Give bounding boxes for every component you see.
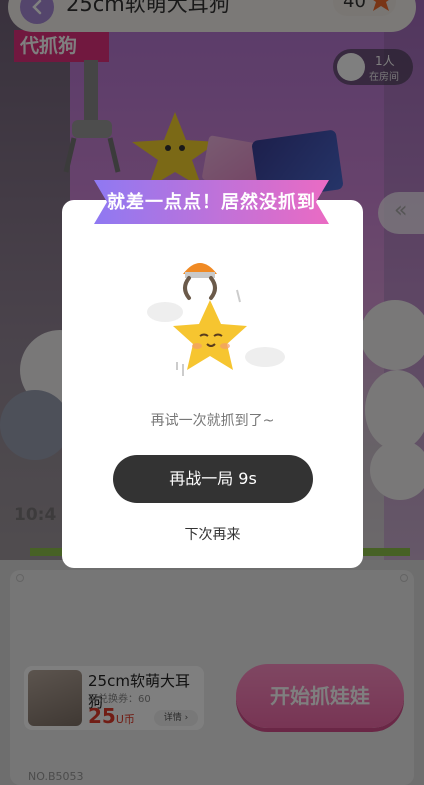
dialog-message: 再试一次就抓到了~ — [150, 413, 275, 429]
star-claw-mascot-icon — [147, 263, 285, 376]
dialog-title: 就差一点点！居然没抓到 — [107, 192, 316, 213]
retry-button[interactable]: 再战一局 9s — [113, 455, 313, 503]
later-button[interactable]: 下次再来 — [62, 524, 363, 544]
